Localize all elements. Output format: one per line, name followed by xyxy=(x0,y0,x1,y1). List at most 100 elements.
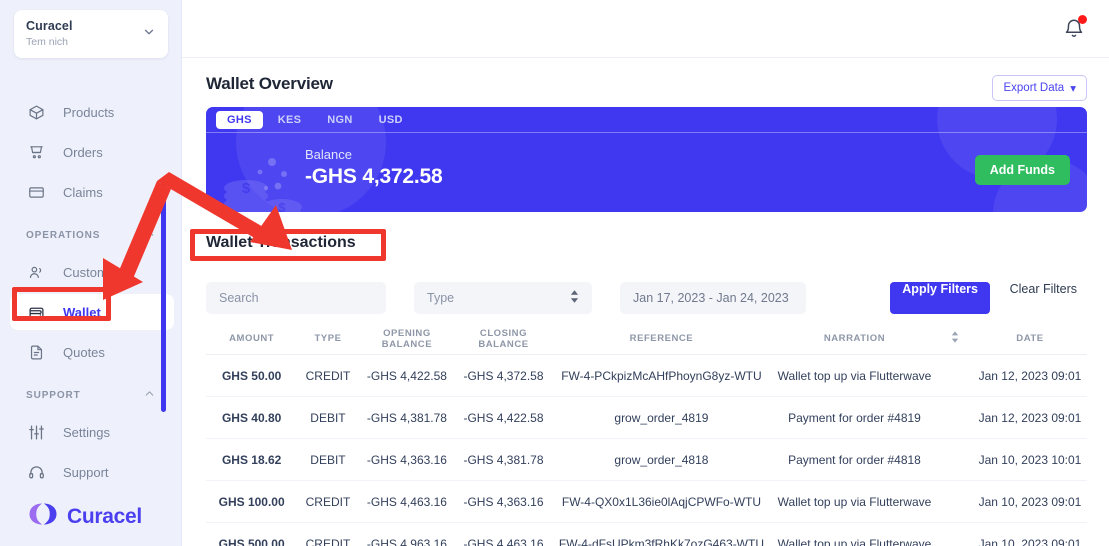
document-icon xyxy=(26,342,46,362)
main-content: Wallet Overview Export Data ▾ GHS KES NG… xyxy=(182,58,1109,546)
table-row[interactable]: GHS 100.00 CREDIT -GHS 4,463.16 -GHS 4,3… xyxy=(206,481,1087,523)
sidebar-nav: Products Orders Claims OPERATIONS Custom… xyxy=(0,92,182,492)
sidebar-item-customers[interactable]: Customers xyxy=(0,252,182,292)
balance-label: Balance xyxy=(305,147,352,162)
cell-reference: grow_order_4819 xyxy=(614,410,709,425)
balance-amount: -GHS 4,372.58 xyxy=(305,165,443,188)
cell-date: Jan 10, 2023 09:01 xyxy=(978,494,1082,509)
cell-opening-balance: -GHS 4,363.16 xyxy=(366,452,447,467)
cell-type: DEBIT xyxy=(310,410,346,425)
sort-icon[interactable] xyxy=(938,331,973,346)
sidebar-item-quotes[interactable]: Quotes xyxy=(0,332,182,372)
sidebar-item-wallet[interactable]: Wallet xyxy=(0,292,182,332)
sidebar-item-label: Settings xyxy=(63,424,110,440)
add-funds-button[interactable]: Add Funds xyxy=(974,155,1070,185)
cart-icon xyxy=(26,142,46,162)
sidebar-item-label: Orders xyxy=(63,144,103,160)
table-row[interactable]: GHS 40.80 DEBIT -GHS 4,381.78 -GHS 4,422… xyxy=(206,397,1087,439)
card-icon xyxy=(26,182,46,202)
cell-closing-balance: -GHS 4,363.16 xyxy=(463,494,544,509)
cell-narration: Payment for order #4818 xyxy=(788,452,921,467)
date-range-input[interactable]: Jan 17, 2023 - Jan 24, 2023 xyxy=(620,282,806,314)
currency-tab-kes[interactable]: KES xyxy=(267,111,313,129)
cell-amount: GHS 500.00 xyxy=(218,536,285,546)
sidebar-item-products[interactable]: Products xyxy=(0,92,182,132)
table-header-row: AMOUNT TYPE OPENING BALANCE CLOSING BALA… xyxy=(206,323,1087,355)
chevron-up-icon xyxy=(143,227,156,243)
cell-reference: FW-4-QX0x1L36ie0lAqjCPWFo-WTU xyxy=(561,494,762,509)
apply-filters-button[interactable]: Apply Filters xyxy=(890,282,990,314)
cell-type: CREDIT xyxy=(305,368,351,383)
org-name: Curacel xyxy=(26,19,73,34)
headset-icon xyxy=(26,462,46,482)
clear-filters-button[interactable]: Clear Filters xyxy=(999,282,1087,314)
topbar xyxy=(182,0,1109,58)
chevron-up-icon xyxy=(143,387,156,403)
page-title: Wallet Overview xyxy=(206,74,333,93)
column-header-date: DATE xyxy=(1016,333,1044,344)
notification-unread-dot xyxy=(1078,15,1087,24)
column-header-narration: NARRATION xyxy=(823,333,886,344)
search-input[interactable]: Search xyxy=(206,282,386,314)
cell-closing-balance: -GHS 4,422.58 xyxy=(463,410,544,425)
table-row[interactable]: GHS 18.62 DEBIT -GHS 4,363.16 -GHS 4,381… xyxy=(206,439,1087,481)
sidebar-item-settings[interactable]: Settings xyxy=(0,412,182,452)
sidebar-item-label: Quotes xyxy=(63,344,105,360)
sidebar-item-support[interactable]: Support xyxy=(0,452,182,492)
cell-opening-balance: -GHS 4,963.16 xyxy=(366,536,447,546)
sidebar-item-label: Support xyxy=(63,464,109,480)
cell-amount: GHS 40.80 xyxy=(221,410,282,425)
sidebar-section-operations[interactable]: OPERATIONS xyxy=(0,218,182,252)
filters-bar: Search Type Jan 17, 2023 - Jan 24, 2023 … xyxy=(206,282,1087,314)
cell-date: Jan 12, 2023 09:01 xyxy=(978,410,1082,425)
transactions-table: AMOUNT TYPE OPENING BALANCE CLOSING BALA… xyxy=(206,323,1087,546)
currency-tab-ngn[interactable]: NGN xyxy=(316,111,363,129)
svg-text:$: $ xyxy=(242,180,251,197)
sidebar-section-support[interactable]: SUPPORT xyxy=(0,378,182,412)
svg-text:$: $ xyxy=(278,200,286,212)
cell-closing-balance: -GHS 4,463.16 xyxy=(463,536,544,546)
sidebar-item-label: Claims xyxy=(63,184,103,200)
org-subtitle: Tem nich xyxy=(26,35,69,48)
curacel-logo-icon xyxy=(28,501,58,532)
cell-opening-balance: -GHS 4,381.78 xyxy=(366,410,447,425)
cell-amount: GHS 100.00 xyxy=(218,494,285,509)
org-switcher-text: Curacel Tem nich xyxy=(26,19,142,49)
cell-reference: FW-4-dFsUPkm3fRhKk7ozG463-WTU xyxy=(558,536,765,546)
cell-type: CREDIT xyxy=(305,494,351,509)
cell-date: Jan 10, 2023 10:01 xyxy=(978,452,1082,467)
org-switcher[interactable]: Curacel Tem nich xyxy=(14,10,168,58)
type-select[interactable]: Type xyxy=(414,282,592,314)
cell-reference: grow_order_4818 xyxy=(614,452,709,467)
column-header-opening-balance: OPENING BALANCE xyxy=(381,327,433,350)
box-icon xyxy=(26,102,46,122)
sidebar-item-orders[interactable]: Orders xyxy=(0,132,182,172)
currency-tab-ghs[interactable]: GHS xyxy=(216,110,263,129)
sidebar-item-claims[interactable]: Claims xyxy=(0,172,182,212)
sidebar: Curacel Tem nich Products Orders Claims … xyxy=(0,0,182,546)
table-row[interactable]: GHS 50.00 CREDIT -GHS 4,422.58 -GHS 4,37… xyxy=(206,355,1087,397)
brand-logo: Curacel xyxy=(28,501,142,532)
cell-narration: Wallet top up via Flutterwave xyxy=(777,368,932,383)
export-data-button[interactable]: Export Data ▾ xyxy=(992,75,1087,101)
wallet-balance-card: GHS KES NGN USD $ $ Balance -GHS 4,372.5… xyxy=(206,107,1087,212)
currency-tab-usd[interactable]: USD xyxy=(368,111,414,129)
cell-opening-balance: -GHS 4,422.58 xyxy=(366,368,447,383)
cell-type: CREDIT xyxy=(305,536,351,546)
updown-caret-icon xyxy=(570,290,579,306)
sliders-icon xyxy=(26,422,46,442)
wallet-transactions-title: Wallet Transactions xyxy=(206,234,356,251)
column-header-amount: AMOUNT xyxy=(229,333,275,344)
cell-narration: Payment for order #4819 xyxy=(788,410,921,425)
brand-name: Curacel xyxy=(67,504,142,528)
sidebar-item-label: Customers xyxy=(63,264,126,280)
chevron-down-icon xyxy=(142,25,156,44)
cell-narration: Wallet top up via Flutterwave xyxy=(777,536,932,546)
cell-date: Jan 10, 2023 09:01 xyxy=(978,536,1082,546)
column-header-type: TYPE xyxy=(314,333,342,344)
table-row[interactable]: GHS 500.00 CREDIT -GHS 4,963.16 -GHS 4,4… xyxy=(206,523,1087,546)
type-select-label: Type xyxy=(427,291,455,305)
cell-reference: FW-4-PCkpizMcAHfPhoynG8yz-WTU xyxy=(561,368,762,383)
sidebar-scrollbar[interactable] xyxy=(161,180,166,412)
wallet-icon xyxy=(26,302,46,322)
